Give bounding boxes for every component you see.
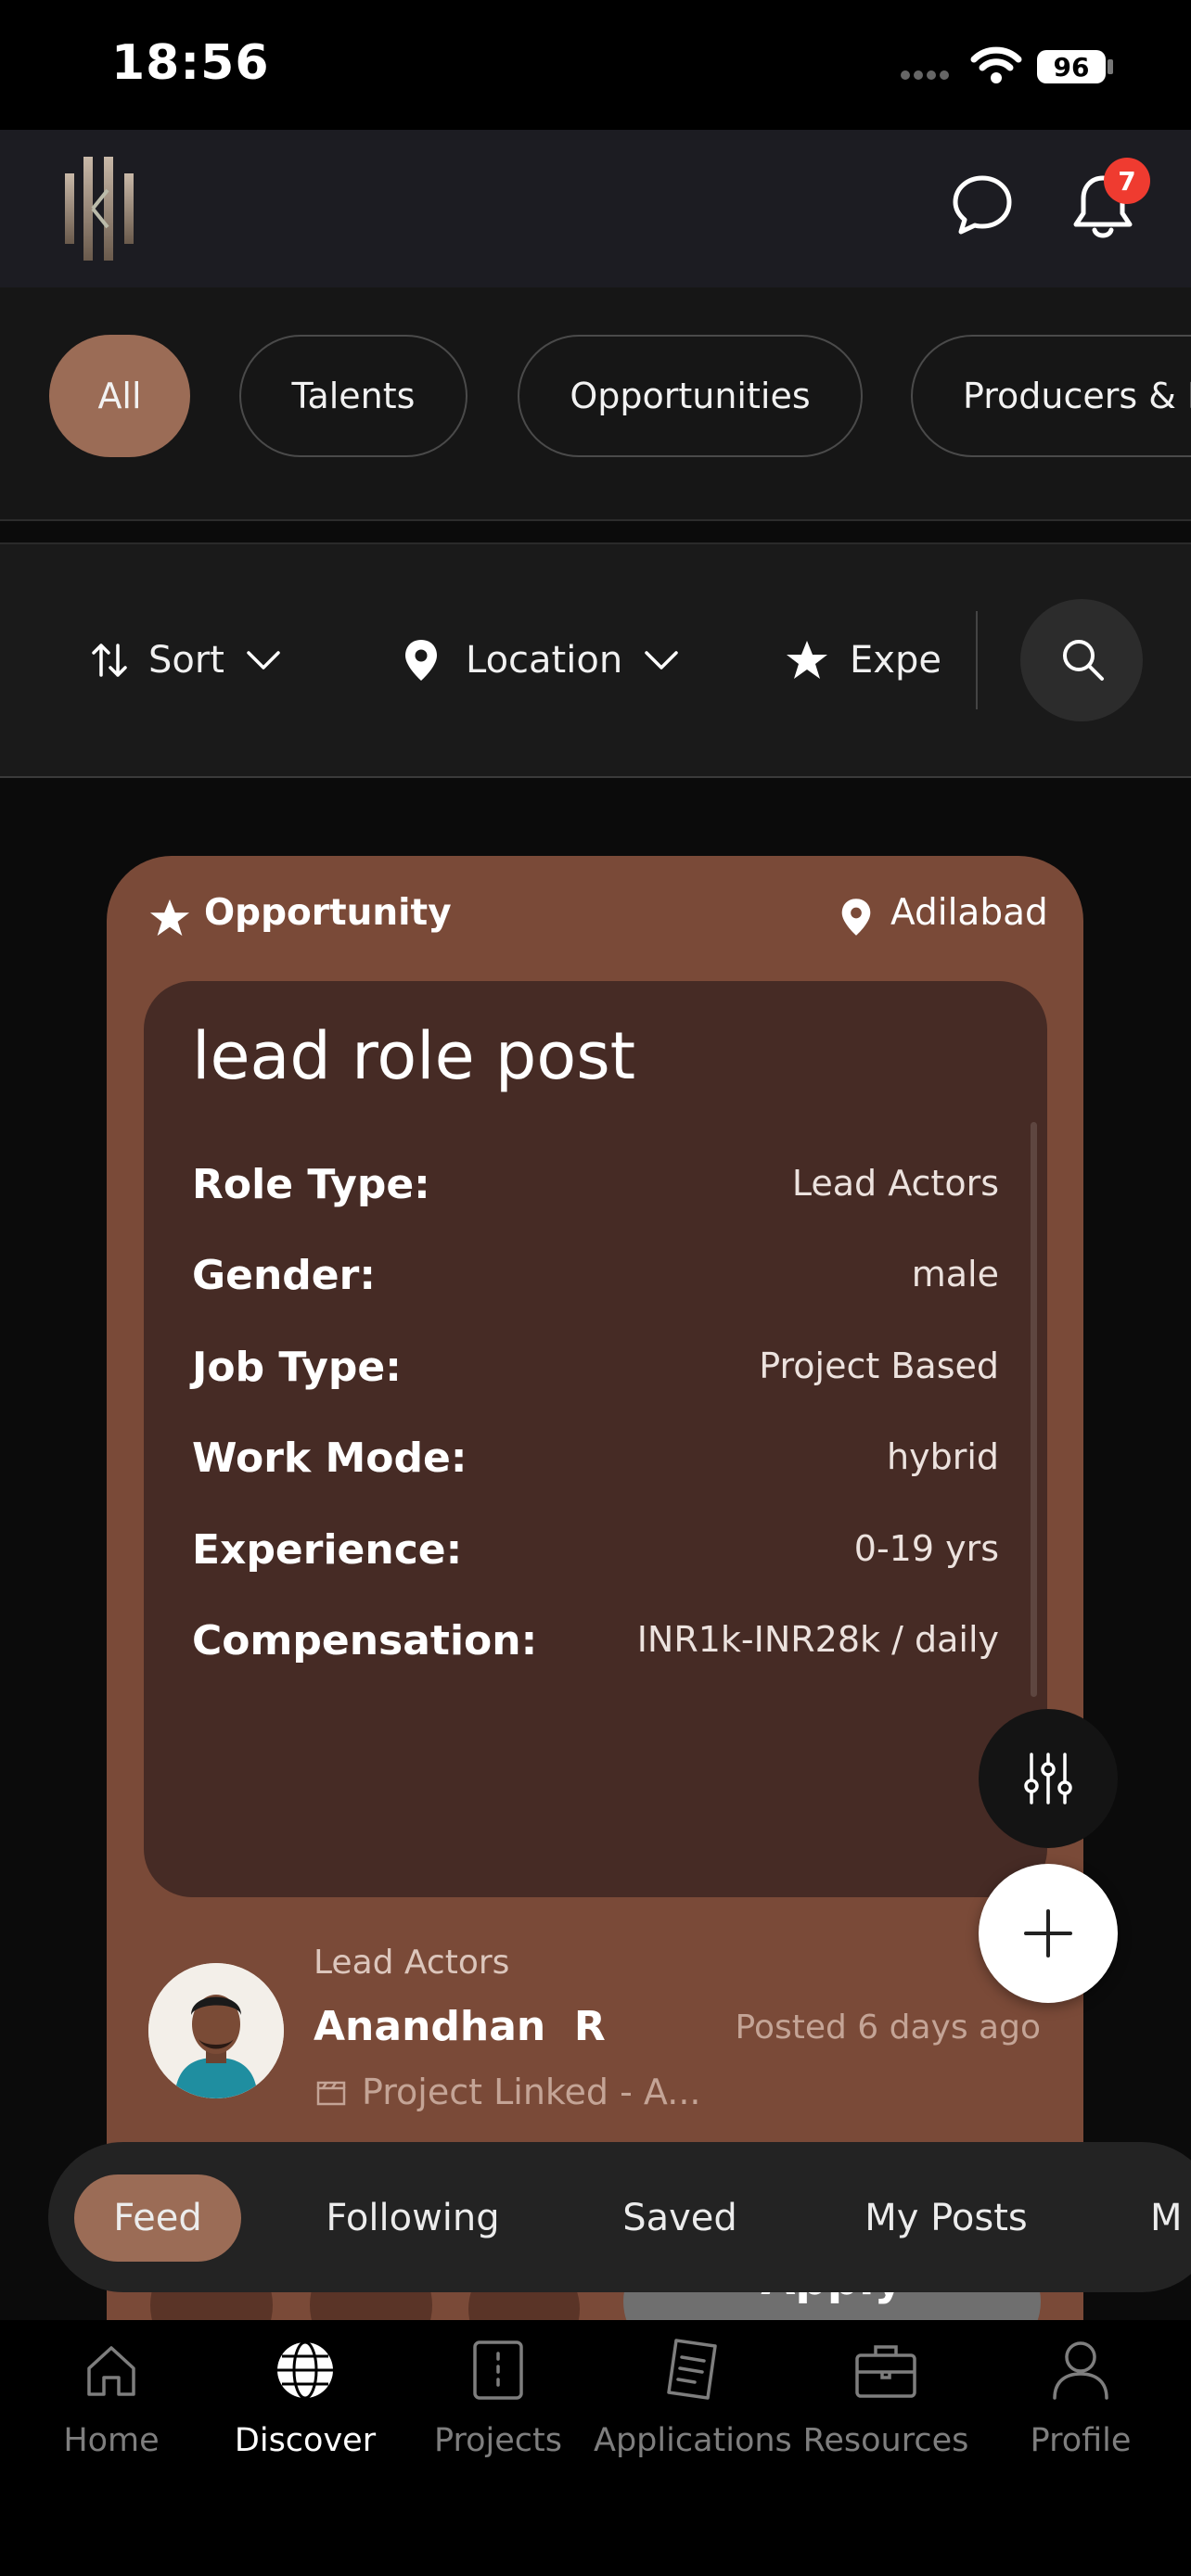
card-title: lead role post (192, 1018, 636, 1094)
experience-label: Expe (850, 639, 941, 682)
detail-value: 0-19 yrs (853, 1528, 999, 1569)
detail-label: Role Type: (192, 1161, 430, 1208)
experience-filter[interactable]: Expe (785, 628, 941, 693)
location-pin-icon (841, 899, 871, 936)
filter-divider (976, 611, 978, 709)
plus-icon (1024, 1909, 1072, 1958)
tab-following[interactable]: Following (315, 2174, 510, 2262)
detail-value: INR1k-INR28k / daily (636, 1619, 999, 1660)
location-label: Location (466, 639, 623, 682)
chip-talents[interactable]: Talents (239, 335, 467, 457)
detail-label: Experience: (192, 1526, 463, 1574)
nav-profile[interactable]: Profile (983, 2422, 1178, 2459)
chip-producers[interactable]: Producers & P (911, 335, 1191, 457)
tab-my-posts[interactable]: My Posts (844, 2174, 1048, 2262)
tab-feed[interactable]: Feed (74, 2174, 241, 2262)
posted-time: Posted 6 days ago (735, 2009, 1041, 2047)
chat-icon[interactable] (950, 172, 1015, 237)
avatar-image (148, 1963, 284, 2098)
avatar[interactable] (148, 1963, 284, 2098)
poster-role: Lead Actors (314, 1944, 510, 1982)
nav-projects[interactable]: Projects (401, 2422, 596, 2459)
nav-resources[interactable]: Resources (788, 2422, 983, 2459)
nav-home[interactable]: Home (14, 2422, 209, 2459)
card-location: Adilabad (890, 892, 1048, 934)
chevron-down-icon (247, 651, 280, 670)
detail-value: Lead Actors (791, 1163, 999, 1204)
tab-more[interactable]: M (1150, 2174, 1191, 2262)
signal-icon (901, 70, 949, 80)
sort-filter[interactable]: Sort (89, 628, 282, 693)
add-post-button[interactable] (979, 1864, 1118, 2003)
sliders-icon (1024, 1753, 1072, 1804)
battery-nub (1108, 59, 1113, 74)
sort-icon (92, 644, 127, 677)
detail-value: Project Based (759, 1345, 999, 1386)
filter-bar: Sort Location Expe (0, 542, 1191, 778)
status-time: 18:56 (111, 35, 270, 91)
nav-discover[interactable]: Discover (208, 2422, 403, 2459)
detail-label: Compensation: (192, 1617, 538, 1664)
notification-badge: 7 (1104, 158, 1150, 204)
filter-settings-button[interactable] (979, 1709, 1118, 1848)
detail-value: hybrid (887, 1436, 999, 1477)
chip-opportunities[interactable]: Opportunities (518, 335, 863, 457)
tab-saved[interactable]: Saved (601, 2174, 759, 2262)
app-logo (65, 157, 134, 261)
chevron-down-icon (645, 651, 678, 670)
detail-value: male (911, 1254, 999, 1294)
star-icon (787, 641, 827, 679)
detail-label: Job Type: (192, 1344, 402, 1391)
nav-applications[interactable]: Applications (594, 2422, 792, 2459)
wifi-icon (970, 46, 1022, 83)
search-button[interactable] (1020, 599, 1143, 721)
projects-icon[interactable] (471, 2339, 525, 2402)
poster-name[interactable]: Anandhan R (314, 2003, 606, 2050)
star-icon (149, 899, 190, 937)
card-type: Opportunity (204, 892, 452, 934)
applications-icon[interactable] (663, 2337, 721, 2402)
scrollbar[interactable] (1031, 1122, 1037, 1697)
home-icon[interactable] (82, 2340, 141, 2400)
location-filter[interactable]: Location (403, 628, 680, 693)
search-icon (1063, 640, 1104, 681)
project-link[interactable]: Project Linked - A... (362, 2072, 701, 2112)
battery-icon: 96 (1037, 50, 1106, 83)
user-icon[interactable] (1050, 2339, 1111, 2402)
chip-all[interactable]: All (49, 335, 190, 457)
globe-icon[interactable] (275, 2340, 336, 2401)
location-pin-icon (405, 640, 437, 681)
detail-label: Gender: (192, 1252, 376, 1299)
detail-label: Work Mode: (192, 1435, 467, 1482)
clapperboard-icon (316, 2081, 346, 2106)
sort-label: Sort (148, 639, 224, 682)
briefcase-icon[interactable] (853, 2342, 918, 2400)
